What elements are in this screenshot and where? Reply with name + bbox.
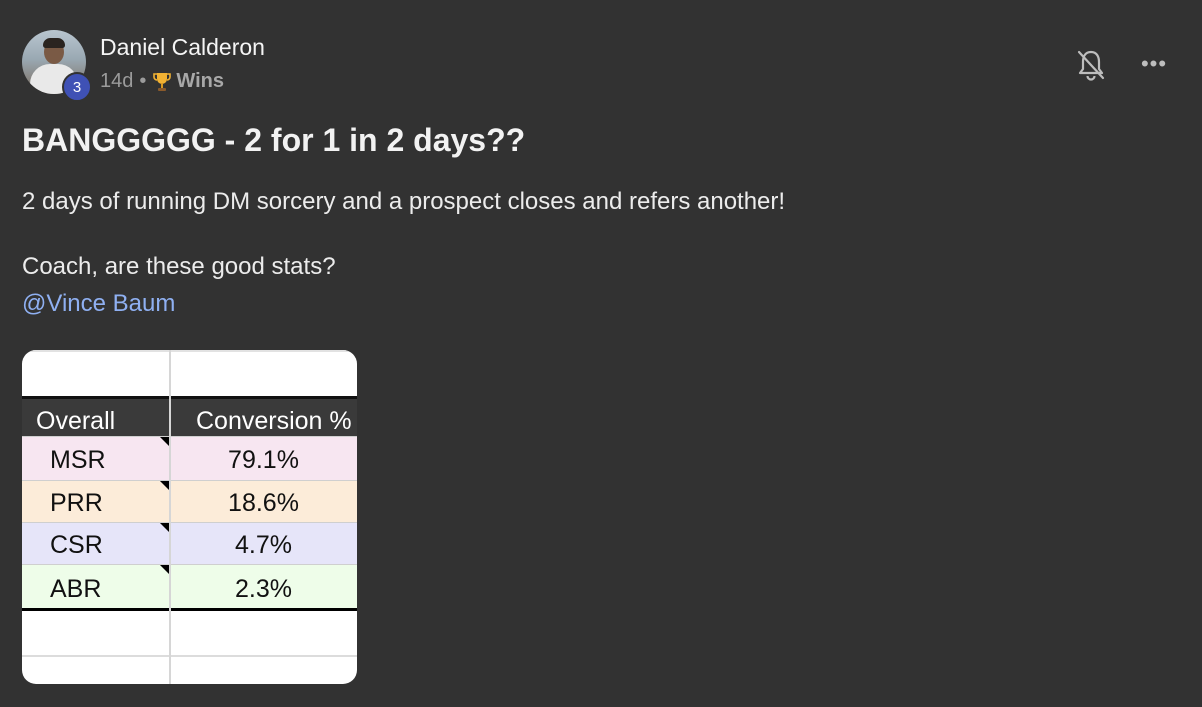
- post-body-line-1: 2 days of running DM sorcery and a prosp…: [22, 188, 786, 215]
- post-body-line-2: Coach, are these good stats?: [22, 253, 336, 280]
- attached-image-spreadsheet[interactable]: Overall Conversion % MSR 79.1% PRR 18.6%…: [22, 350, 357, 684]
- table-row-prr: PRR 18.6%: [22, 480, 357, 522]
- post-time: 14d: [100, 70, 134, 92]
- post-title: BANGGGGG - 2 for 1 in 2 days??: [22, 122, 526, 158]
- header-overall: Overall: [36, 407, 116, 435]
- row-value: 4.7%: [235, 531, 292, 559]
- row-value: 18.6%: [228, 489, 299, 517]
- table-row-msr: MSR 79.1%: [22, 436, 357, 480]
- header-conversion: Conversion %: [196, 407, 352, 435]
- row-name: CSR: [50, 531, 103, 559]
- row-name: ABR: [50, 575, 102, 603]
- trophy-icon: [153, 72, 172, 91]
- table-header: Overall Conversion %: [22, 396, 357, 436]
- level-badge: 3: [62, 72, 92, 102]
- author-name[interactable]: Daniel Calderon: [100, 34, 265, 61]
- row-name: PRR: [50, 489, 103, 517]
- post-meta: 14d • Wins: [100, 70, 224, 93]
- row-value: 79.1%: [228, 446, 299, 474]
- table-row-csr: CSR 4.7%: [22, 522, 357, 564]
- row-name: MSR: [50, 446, 106, 474]
- bell-off-icon[interactable]: [1075, 48, 1107, 82]
- table-row-abr: ABR 2.3%: [22, 564, 357, 608]
- author-avatar[interactable]: 3: [22, 30, 92, 102]
- mention-link[interactable]: @Vince Baum: [22, 290, 175, 318]
- meta-separator: •: [139, 70, 147, 92]
- row-value: 2.3%: [235, 575, 292, 603]
- more-icon[interactable]: •••: [1138, 50, 1170, 78]
- post-category[interactable]: Wins: [176, 70, 224, 93]
